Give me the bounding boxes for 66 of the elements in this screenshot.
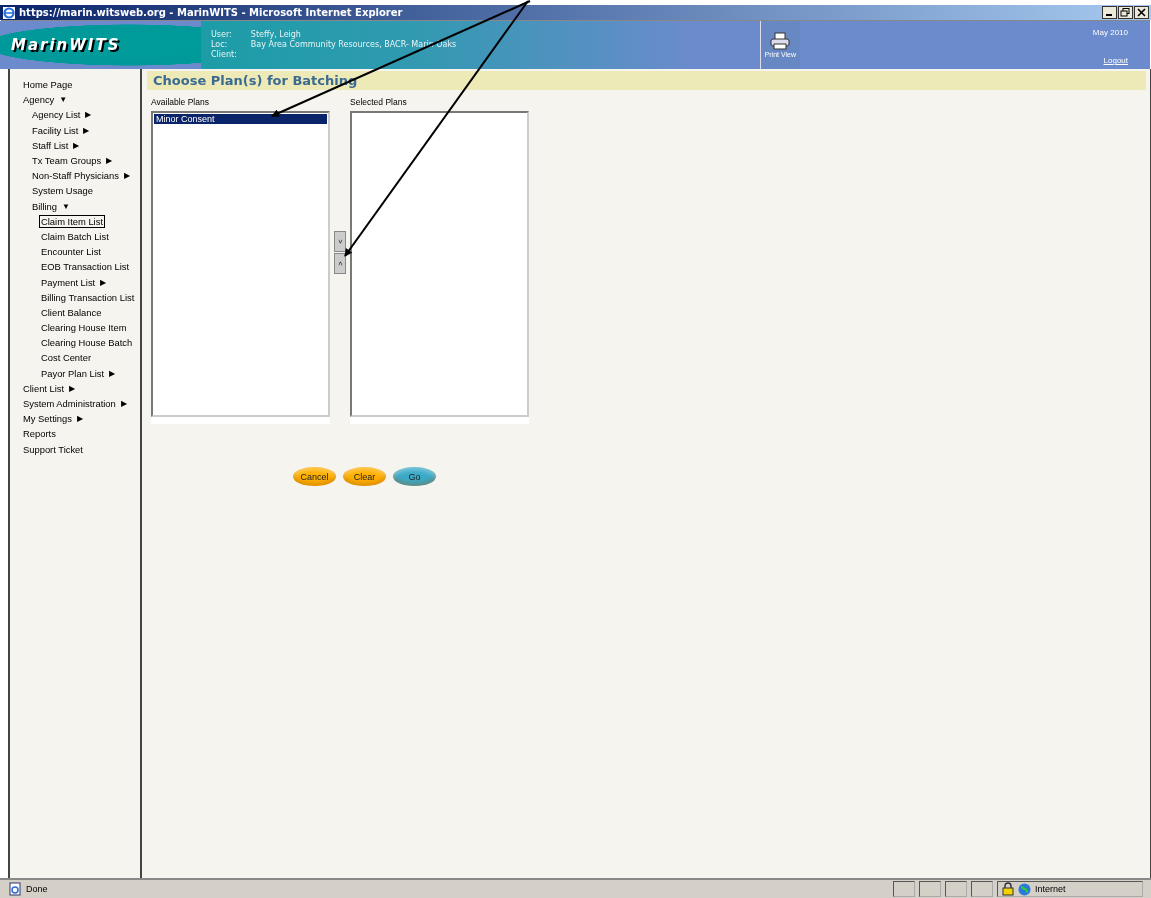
nav-link[interactable]: EOB Transaction List: [39, 260, 132, 274]
nav-link[interactable]: Staff List: [30, 138, 71, 152]
globe-icon: [1018, 882, 1031, 896]
nav-link[interactable]: Claim Item List: [39, 214, 105, 228]
logo-text: MarinWITS: [11, 36, 121, 54]
nav-link[interactable]: Home Page: [21, 78, 75, 92]
restore-icon[interactable]: [1118, 6, 1133, 19]
close-icon[interactable]: [1134, 6, 1149, 19]
nav-link[interactable]: Facility List: [30, 123, 81, 137]
minimize-icon[interactable]: [1102, 6, 1117, 19]
action-button[interactable]: Go: [393, 467, 436, 486]
status-pane: [893, 881, 915, 897]
expand-arrow[interactable]: ▶: [120, 399, 127, 409]
nav-link[interactable]: Support Ticket: [21, 442, 85, 456]
expand-arrow[interactable]: ▼: [59, 95, 68, 105]
window-title: https://marin.witsweb.org - MarinWITS - Microsoft Internet Explorer: [19, 7, 403, 18]
lock-icon: [1002, 882, 1014, 896]
expand-arrow[interactable]: ▶: [106, 156, 113, 166]
nav-link[interactable]: System Administration: [21, 397, 118, 411]
nav-link[interactable]: Agency: [21, 93, 57, 107]
zone-label: Internet: [1035, 884, 1066, 894]
status-text: Done: [26, 884, 48, 894]
field-label: User:: [211, 30, 233, 40]
list-label: Selected Plans: [350, 97, 408, 109]
field-value: Steffy, Leigh: [250, 30, 302, 40]
nav-link[interactable]: Agency List: [30, 108, 83, 122]
expand-arrow[interactable]: ▶: [83, 125, 90, 135]
action-button[interactable]: Clear: [343, 467, 386, 486]
expand-arrow[interactable]: ▶: [109, 368, 116, 378]
expand-arrow[interactable]: ▶: [73, 140, 80, 150]
expand-arrow[interactable]: ▶: [77, 414, 83, 424]
status-pane: [971, 881, 993, 897]
list-label: Available Plans: [151, 97, 210, 109]
nav-link[interactable]: Cost Center: [39, 351, 94, 365]
nav-link[interactable]: Billing: [30, 199, 59, 213]
expand-arrow[interactable]: ▶: [69, 383, 76, 393]
nav-link[interactable]: Reports: [21, 427, 58, 441]
nav-link[interactable]: Clearing House Item: [39, 321, 129, 335]
action-button[interactable]: Cancel: [293, 467, 336, 486]
field-label: Client:: [211, 50, 237, 60]
status-pane: [945, 881, 967, 897]
expand-arrow[interactable]: ▶: [123, 171, 130, 181]
nav-link[interactable]: Encounter List: [39, 245, 103, 259]
nav-link[interactable]: Payment List: [39, 275, 98, 289]
nav-link[interactable]: Client List: [21, 381, 67, 395]
available-plans-list[interactable]: Minor Consent: [151, 111, 330, 417]
expand-arrow[interactable]: ▶: [100, 277, 107, 287]
page-icon: [8, 882, 22, 896]
nav-link[interactable]: Non-Staff Physicians: [30, 169, 121, 183]
list-option[interactable]: Minor Consent: [154, 114, 327, 124]
nav-link[interactable]: Billing Transaction List: [39, 290, 137, 304]
expand-arrow[interactable]: ▼: [62, 201, 70, 211]
nav-link[interactable]: System Usage: [30, 184, 95, 198]
browser-icon: [2, 5, 16, 20]
expand-arrow[interactable]: ▶: [85, 110, 92, 120]
nav-link[interactable]: Clearing House Batch: [39, 336, 135, 350]
status-pane: [919, 881, 941, 897]
selected-plans-list[interactable]: [350, 111, 529, 417]
date-label: May 2010: [1092, 28, 1128, 37]
field-label: Loc:: [211, 40, 229, 50]
nav-link[interactable]: My Settings: [21, 412, 74, 426]
nav-link[interactable]: Tx Team Groups: [30, 154, 104, 168]
nav-link[interactable]: Claim Batch List: [39, 229, 111, 243]
printer-icon: [770, 32, 791, 50]
nav-link[interactable]: Payor Plan List: [39, 366, 107, 380]
nav-link[interactable]: Client Balance: [39, 305, 104, 319]
